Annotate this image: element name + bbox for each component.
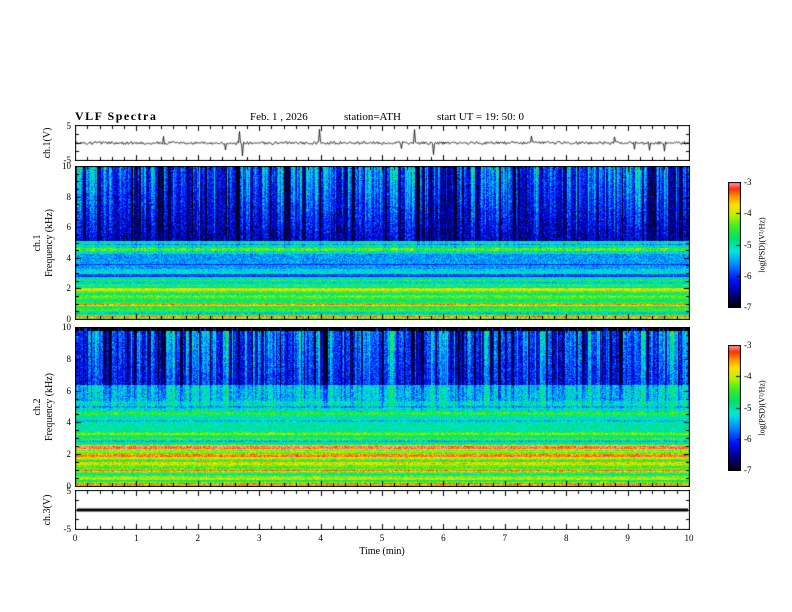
ch1-waveform-plot bbox=[75, 125, 690, 161]
ch3-waveform-ylabel: ch.3(V) bbox=[42, 494, 53, 526]
ch1-spectrogram-ylabel-line2: Frequency (kHz) bbox=[44, 208, 55, 278]
ch2-spectrogram-ylabel-line2: Frequency (kHz) bbox=[44, 372, 55, 442]
vlf-spectra-figure: VLF Spectra Feb. 1 , 2026 station=ATH st… bbox=[0, 0, 792, 612]
ch3-waveform-plot bbox=[75, 490, 690, 530]
colorbar-ch2-tick: -3 bbox=[744, 340, 752, 350]
ch2-spectrogram-ytick: 6 bbox=[66, 385, 72, 396]
colorbar-ch1-label: log(PSD)(V²/Hz) bbox=[757, 217, 767, 273]
figure-title: VLF Spectra bbox=[75, 109, 158, 123]
figure-station: station=ATH bbox=[344, 111, 401, 123]
time-axis-tick: 5 bbox=[379, 533, 385, 543]
colorbar-ch2-tick: -4 bbox=[744, 371, 752, 382]
ch2-spectrogram-ytick: 8 bbox=[66, 353, 72, 364]
ch1-spectrogram-ylabel: ch.1 Frequency (kHz) bbox=[32, 209, 56, 277]
colorbar-ch1 bbox=[728, 182, 741, 308]
colorbar-ch2-tick: -7 bbox=[744, 465, 752, 475]
ch1-spectrogram-ylabel-line1: ch.1 bbox=[32, 234, 43, 252]
ch1-waveform-ylabel: ch.1(V) bbox=[42, 127, 53, 159]
ch1-spectrogram-ytick: 4 bbox=[66, 252, 72, 263]
time-axis-tick: 3 bbox=[256, 533, 262, 543]
time-axis-tick: 4 bbox=[318, 533, 323, 543]
ch1-spectrogram-ytick: 6 bbox=[66, 222, 72, 233]
time-axis-label: Time (min) bbox=[359, 546, 405, 557]
time-axis-tick: 10 bbox=[684, 533, 694, 543]
ch2-spectrogram-ylabel: ch.2 Frequency (kHz) bbox=[32, 373, 56, 441]
colorbar-ch1-tick: -3 bbox=[744, 177, 752, 187]
ch2-spectrogram-ytick: 0 bbox=[66, 481, 72, 491]
ch2-spectrogram-ytick: 2 bbox=[66, 449, 72, 460]
colorbar-ch1-tick: -5 bbox=[744, 239, 752, 250]
ch1-spectrogram-ytick: 8 bbox=[66, 191, 72, 202]
figure-date: Feb. 1 , 2026 bbox=[250, 111, 308, 123]
time-axis-tick: 9 bbox=[625, 533, 630, 543]
colorbar-ch2 bbox=[728, 345, 741, 471]
time-axis-tick: 7 bbox=[502, 533, 508, 543]
ch3-waveform-ytick: -5 bbox=[63, 524, 72, 534]
ch1-spectrogram-ytick: 2 bbox=[66, 283, 72, 294]
time-axis-tick: 2 bbox=[195, 533, 201, 543]
time-axis-tick: 1 bbox=[134, 533, 139, 543]
ch2-spectrogram-ytick: 4 bbox=[66, 417, 72, 428]
ch1-spectrogram-plot bbox=[75, 166, 690, 320]
ch1-waveform-ytick: 5 bbox=[66, 121, 72, 131]
colorbar-ch1-tick: -4 bbox=[744, 208, 752, 219]
ch2-spectrogram-ytick: 10 bbox=[62, 322, 71, 332]
colorbar-ch1-tick: -6 bbox=[744, 270, 752, 281]
colorbar-ch1-tick: -7 bbox=[744, 302, 752, 312]
ch2-spectrogram-ylabel-line1: ch.2 bbox=[32, 398, 43, 416]
colorbar-ch2-label: log(PSD)(V²/Hz) bbox=[757, 380, 767, 436]
time-axis-tick: 0 bbox=[72, 533, 78, 543]
ch2-spectrogram-plot bbox=[75, 327, 690, 487]
ch1-spectrogram-ytick: 10 bbox=[62, 161, 71, 171]
time-axis-tick: 6 bbox=[441, 533, 446, 543]
colorbar-ch2-tick: -5 bbox=[744, 402, 752, 413]
colorbar-ch2-tick: -6 bbox=[744, 433, 752, 444]
time-axis-tick: 8 bbox=[563, 533, 569, 543]
figure-start-ut: start UT = 19: 50: 0 bbox=[437, 111, 524, 123]
